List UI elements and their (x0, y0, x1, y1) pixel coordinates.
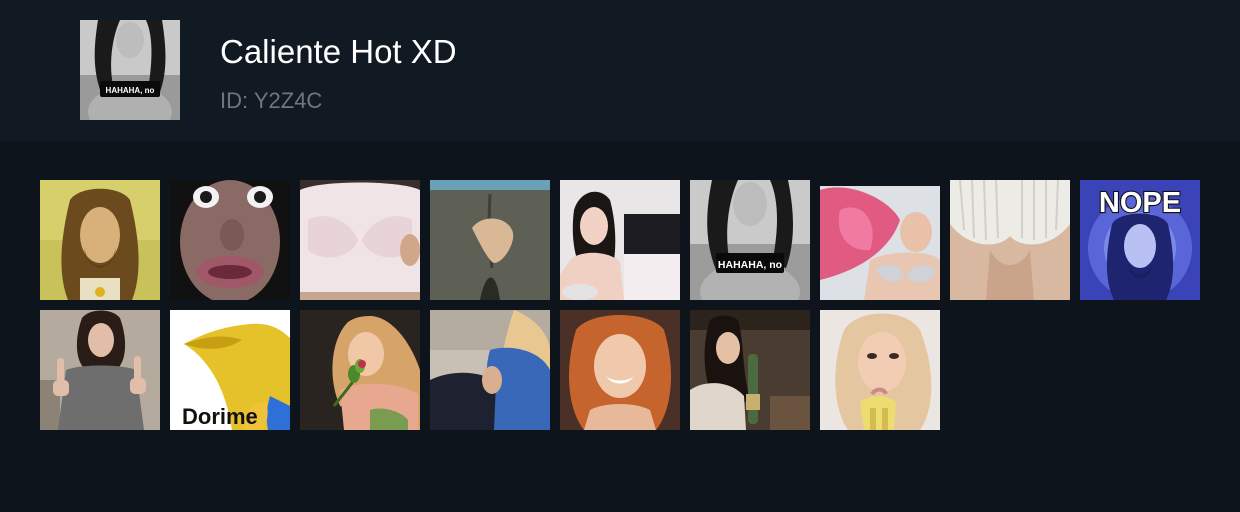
sticker-bottle[interactable] (690, 310, 810, 430)
pack-header: HAHAHA, no Caliente Hot XD ID: Y2Z4C (0, 0, 1240, 141)
sticker-pink-hair[interactable] (820, 180, 940, 300)
sticker-blue-shirt[interactable] (430, 310, 550, 430)
pack-thumbnail: HAHAHA, no (80, 20, 180, 120)
sticker-banana[interactable] (820, 310, 940, 430)
pack-id: ID: Y2Z4C (220, 88, 322, 114)
sticker-funny-face[interactable] (170, 180, 290, 300)
sticker-hahaha-no[interactable]: HAHAHA, no (690, 180, 810, 300)
pack-title: Caliente Hot XD (220, 33, 457, 70)
sticker-nope-portrait[interactable]: NOPE (1080, 180, 1200, 300)
pack-id-value: Y2Z4C (253, 88, 323, 113)
sticker-white-sweater[interactable] (950, 180, 1070, 300)
sticker-caption: Dorime (182, 404, 258, 429)
sticker-middle-fingers[interactable] (40, 310, 160, 430)
sticker-grid: HAHAHA, no NOPE Dorime (40, 180, 1200, 430)
sticker-portrait-gold[interactable] (40, 180, 160, 300)
sticker-pink-shirt[interactable] (300, 180, 420, 300)
sticker-smiling-redhead[interactable] (560, 310, 680, 430)
sticker-grey-leggings[interactable] (430, 180, 550, 300)
sticker-caption: HAHAHA, no (718, 259, 782, 271)
thumbnail-caption: HAHAHA, no (106, 86, 155, 95)
pack-id-label: ID: (220, 88, 249, 113)
sticker-selfie-room[interactable] (560, 180, 680, 300)
sticker-rose[interactable] (300, 310, 420, 430)
sticker-caption: NOPE (1099, 187, 1181, 219)
sticker-dorime-cat[interactable]: Dorime (170, 310, 290, 430)
